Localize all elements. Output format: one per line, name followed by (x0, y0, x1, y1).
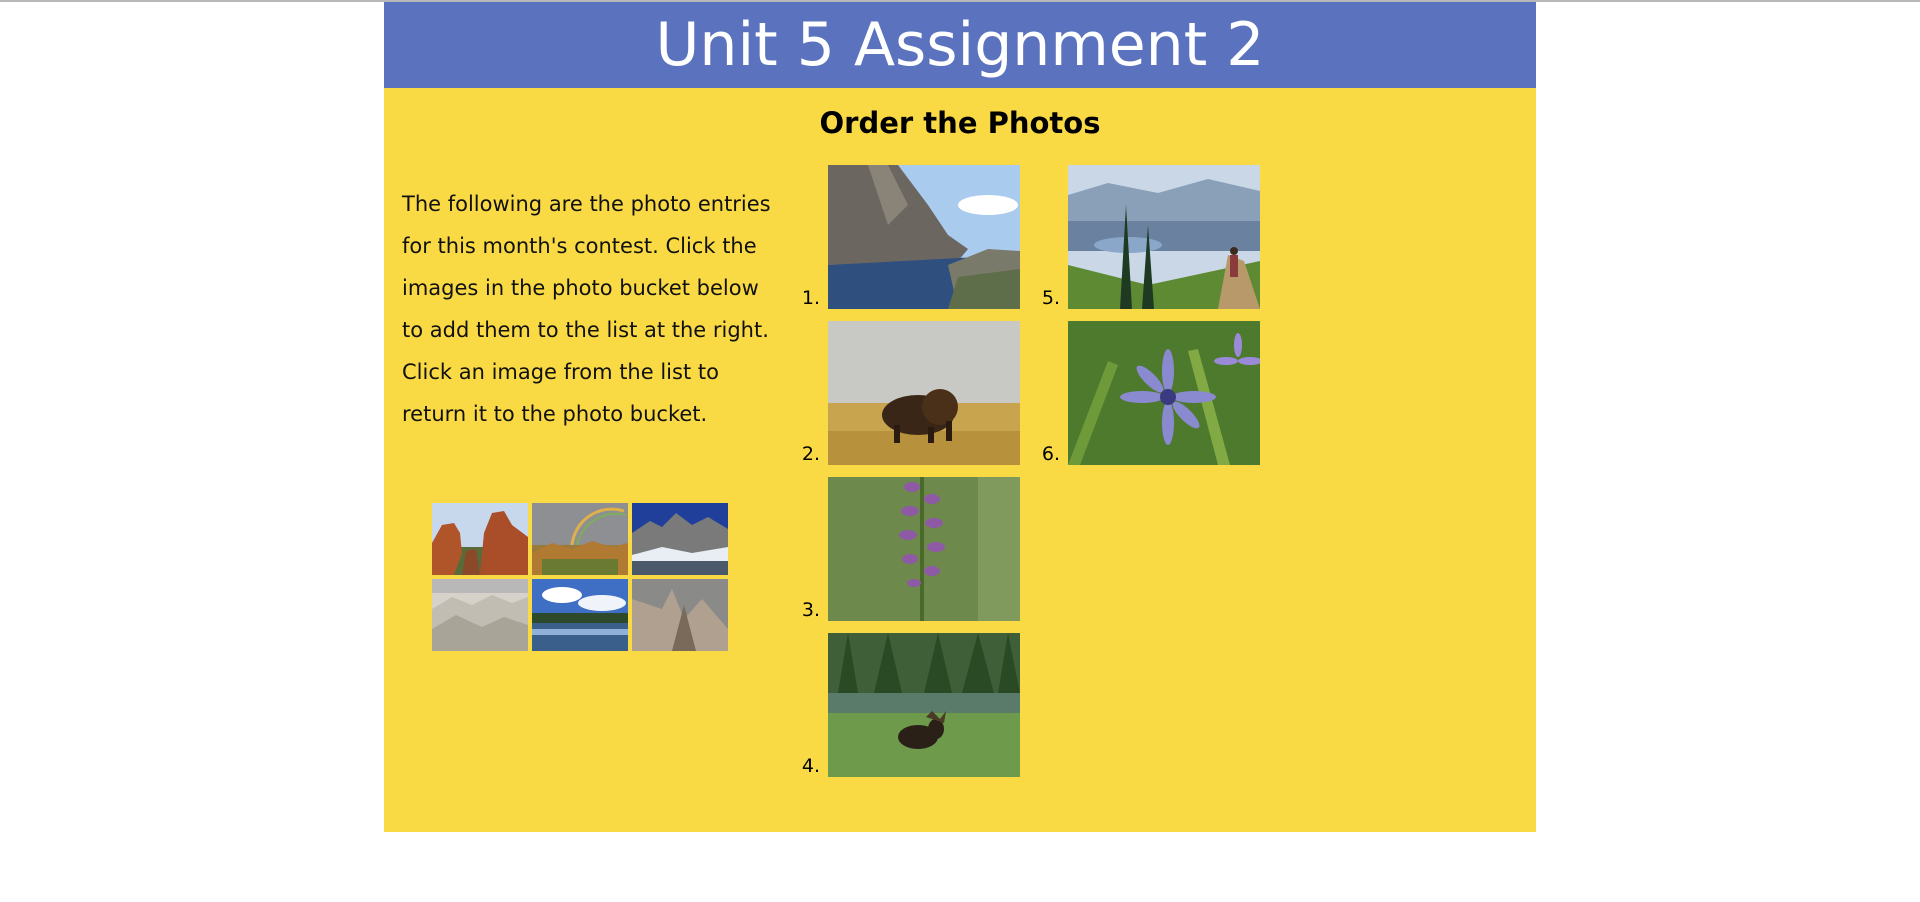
list-item: 2. (784, 321, 1024, 465)
bucket-photo-rainbow-canyon[interactable] (532, 503, 628, 575)
list-number: 2. (801, 443, 820, 465)
list-number: 1. (801, 287, 820, 309)
purple-orchid-photo-icon (828, 477, 1020, 621)
section-heading: Order the Photos (819, 106, 1101, 140)
page-header: Unit 5 Assignment 2 (384, 2, 1536, 88)
list-photo-5[interactable] (1068, 165, 1260, 309)
list-photo-1[interactable] (828, 165, 1020, 309)
list-item: 4. (784, 633, 1024, 777)
blue-flower-photo-icon (1068, 321, 1260, 465)
list-photo-4[interactable] (828, 633, 1020, 777)
bucket-photo-mountain-lake[interactable] (532, 579, 628, 651)
list-item: 1. (784, 165, 1024, 309)
lake-cliff-photo-icon (828, 165, 1020, 309)
list-number: 3. (801, 599, 820, 621)
list-number: 6. (1041, 443, 1060, 465)
list-item: 6. (1024, 321, 1264, 465)
list-item: 5. (1024, 165, 1264, 309)
list-item: 3. (784, 477, 1024, 621)
mountain-lake-photo-icon (532, 579, 628, 651)
rainbow-canyon-photo-icon (532, 503, 628, 575)
red-rocks-photo-icon (432, 503, 528, 575)
rock-spire-photo-icon (632, 579, 728, 651)
bison-photo-icon (828, 321, 1020, 465)
badlands-photo-icon (432, 579, 528, 651)
snowy-peaks-photo-icon (632, 503, 728, 575)
list-photo-2[interactable] (828, 321, 1020, 465)
list-photo-6[interactable] (1068, 321, 1260, 465)
mountain-trail-photo-icon (1068, 165, 1260, 309)
bucket-photo-snowy-peaks[interactable] (632, 503, 728, 575)
list-number: 5. (1041, 287, 1060, 309)
list-number: 4. (801, 755, 820, 777)
page-title: Unit 5 Assignment 2 (655, 10, 1265, 80)
list-photo-3[interactable] (828, 477, 1020, 621)
moose-photo-icon (828, 633, 1020, 777)
instructions-text: The following are the photo entries for … (402, 192, 771, 426)
page-container: Unit 5 Assignment 2 Order the Photos The… (384, 2, 1536, 832)
bucket-photo-badlands[interactable] (432, 579, 528, 651)
bucket-photo-rock-spire[interactable] (632, 579, 728, 651)
bucket-photo-red-rocks[interactable] (432, 503, 528, 575)
